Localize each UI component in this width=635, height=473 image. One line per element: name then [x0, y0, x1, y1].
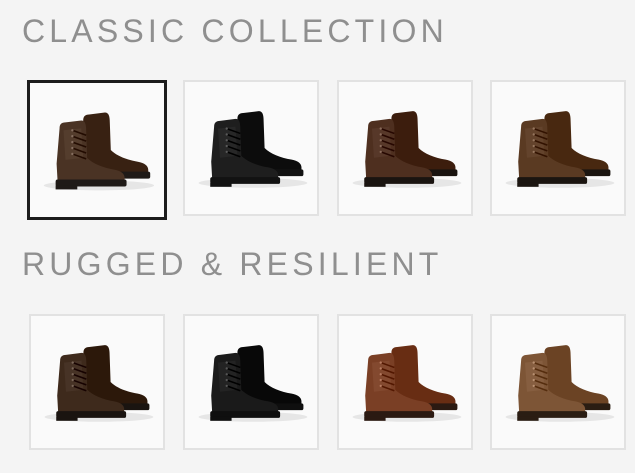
dark-brown-rugged-boot-icon — [44, 345, 154, 422]
black-leather-boot-icon — [198, 111, 308, 188]
brown-leather-boot-icon — [352, 111, 462, 188]
dark-brown-suede-boot-icon — [43, 112, 155, 191]
boot-color-selector: CLASSIC COLLECTION RUGGED & RESILIENT — [0, 0, 635, 473]
swatch-classic-4[interactable] — [490, 80, 626, 216]
swatch-rugged-1[interactable] — [29, 314, 165, 450]
tobacco-leather-boot-icon — [505, 111, 615, 188]
swatch-row-rugged-resilient — [0, 314, 635, 454]
swatch-rugged-2[interactable] — [183, 314, 319, 450]
chestnut-rugged-boot-icon — [352, 345, 462, 422]
swatch-classic-2[interactable] — [183, 80, 319, 216]
swatch-row-classic-collection — [0, 80, 635, 220]
swatch-rugged-3[interactable] — [337, 314, 473, 450]
section-title-rugged-resilient: RUGGED & RESILIENT — [22, 246, 443, 282]
swatch-classic-3[interactable] — [337, 80, 473, 216]
swatch-classic-1[interactable] — [27, 80, 167, 220]
tan-rugged-boot-icon — [505, 345, 615, 422]
swatch-rugged-4[interactable] — [490, 314, 626, 450]
section-title-classic-collection: CLASSIC COLLECTION — [22, 13, 448, 49]
black-rugged-boot-icon — [198, 345, 308, 422]
